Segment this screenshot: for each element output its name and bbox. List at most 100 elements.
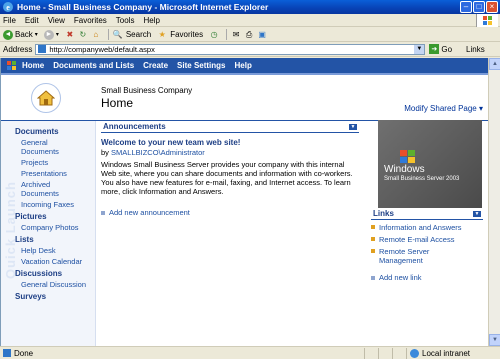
nav-site-settings[interactable]: Site Settings — [177, 61, 225, 70]
status-left: Done — [0, 349, 364, 358]
ql-heading-surveys[interactable]: Surveys — [15, 292, 86, 301]
menu-help[interactable]: Help — [143, 16, 159, 25]
refresh-icon[interactable]: ↻ — [78, 30, 88, 40]
scroll-up-button[interactable]: ▲ — [489, 58, 500, 70]
menu-edit[interactable]: Edit — [25, 16, 39, 25]
windows-brand-text: Windows — [384, 164, 425, 175]
edit-icon[interactable]: ▣ — [257, 30, 267, 40]
vertical-scrollbar[interactable]: ▲ ▼ — [488, 58, 500, 346]
site-home-icon — [31, 83, 61, 113]
links-title[interactable]: Links — [373, 209, 394, 218]
stop-icon[interactable]: ✖ — [65, 30, 75, 40]
go-button[interactable]: ➜ Go — [429, 44, 452, 54]
menu-file[interactable]: File — [3, 16, 16, 25]
quick-launch: Quick Launch Documents General Documents… — [1, 121, 96, 346]
add-new-announcement-link[interactable]: Add new announcement — [101, 208, 359, 217]
chevron-down-icon[interactable]: ▼ — [414, 44, 425, 54]
link-remote-server-management[interactable]: Remote Server Management — [371, 247, 483, 265]
bullet-icon — [371, 275, 375, 280]
modify-shared-page-link[interactable]: Modify Shared Page ▾ — [404, 104, 483, 113]
bullet-icon — [371, 237, 375, 241]
ql-heading-documents[interactable]: Documents — [15, 127, 86, 136]
announcement-author-link[interactable]: SMALLBIZCO\Administrator — [111, 148, 205, 157]
webpart-menu-icon[interactable]: ▼ — [349, 123, 357, 130]
ql-item-company-photos[interactable]: Company Photos — [21, 223, 86, 232]
nav-home[interactable]: Home — [22, 61, 44, 70]
zone-label: Local intranet — [422, 348, 471, 358]
home-icon[interactable]: ⌂ — [91, 30, 101, 40]
windows-product-text: Small Business Server 2003 — [384, 176, 460, 182]
link-remote-email-access[interactable]: Remote E-mail Access — [371, 235, 483, 244]
search-label: Search — [125, 30, 152, 39]
mail-icon[interactable]: ✉ — [231, 30, 241, 40]
address-input[interactable]: http://companyweb/default.aspx ▼ — [35, 43, 426, 55]
globe-icon — [410, 348, 419, 358]
menu-favorites[interactable]: Favorites — [74, 16, 107, 25]
forward-arrow-icon: ► — [43, 29, 54, 40]
ie-icon: e — [3, 2, 13, 12]
star-icon: ★ — [158, 30, 166, 39]
announcement-title[interactable]: Welcome to your new team web site! — [101, 138, 359, 147]
links-title-bar: Links ▼ — [371, 208, 483, 220]
ql-item-archived-documents[interactable]: Archived Documents — [21, 180, 71, 198]
nav-create[interactable]: Create — [143, 61, 168, 70]
menu-tools[interactable]: Tools — [116, 16, 135, 25]
favorites-button[interactable]: ★ Favorites — [157, 30, 204, 40]
windows-logo-icon — [476, 14, 498, 27]
link-information-and-answers[interactable]: Information and Answers — [371, 223, 483, 232]
close-button[interactable]: × — [486, 1, 498, 13]
ql-heading-pictures[interactable]: Pictures — [15, 212, 86, 221]
nav-help[interactable]: Help — [235, 61, 252, 70]
back-arrow-icon: ◄ — [3, 29, 13, 40]
address-bar: Address http://companyweb/default.aspx ▼… — [0, 42, 500, 57]
announcements-title-bar: Announcements ▼ — [101, 121, 359, 133]
ql-item-help-desk[interactable]: Help Desk — [21, 246, 86, 255]
sharepoint-nav: Home Documents and Lists Create Site Set… — [1, 58, 489, 75]
status-bar: Done Local intranet — [0, 346, 500, 359]
maximize-button[interactable]: □ — [473, 1, 485, 13]
window-controls: – □ × — [460, 1, 498, 13]
forward-button[interactable]: ► ▾ — [43, 29, 59, 40]
ql-item-presentations[interactable]: Presentations — [21, 169, 86, 178]
address-url: http://companyweb/default.aspx — [49, 44, 155, 54]
nav-documents-and-lists[interactable]: Documents and Lists — [53, 61, 134, 70]
back-button[interactable]: ◄ Back ▾ — [3, 29, 38, 40]
go-label: Go — [441, 44, 453, 54]
menu-view[interactable]: View — [48, 16, 65, 25]
print-icon[interactable]: ⎙ — [244, 30, 254, 40]
security-zone: Local intranet — [406, 347, 500, 359]
page-done-icon — [3, 349, 11, 357]
menu-bar: File Edit View Favorites Tools Help — [0, 14, 500, 27]
links-webpart: Links ▼ Information and Answers Remote E… — [371, 208, 483, 282]
link-label: Remote E-mail Access — [379, 235, 455, 244]
windows-flag-icon — [7, 61, 16, 70]
ql-item-vacation-calendar[interactable]: Vacation Calendar — [21, 257, 86, 266]
add-new-link[interactable]: Add new link — [371, 273, 483, 282]
scroll-down-button[interactable]: ▼ — [489, 334, 500, 346]
site-name: Small Business Company — [101, 86, 193, 95]
browser-viewport: Home Documents and Lists Create Site Set… — [0, 58, 489, 346]
windows-flag-icon — [400, 150, 415, 163]
page-title: Home — [101, 96, 134, 110]
toolbar-separator — [226, 29, 228, 40]
announcements-webpart: Announcements ▼ Welcome to your new team… — [101, 121, 359, 217]
chevron-down-icon[interactable]: ▾ — [56, 31, 59, 38]
ql-heading-discussions[interactable]: Discussions — [15, 269, 86, 278]
minimize-button[interactable]: – — [460, 1, 472, 13]
bullet-icon — [371, 225, 375, 229]
links-button[interactable]: Links — [466, 45, 485, 54]
webpart-menu-icon[interactable]: ▼ — [473, 210, 481, 217]
ql-heading-lists[interactable]: Lists — [15, 235, 86, 244]
ql-item-general-documents[interactable]: General Documents — [21, 138, 81, 156]
history-icon[interactable]: ◷ — [209, 30, 219, 40]
ql-item-general-discussion[interactable]: General Discussion — [21, 280, 86, 289]
ql-item-incoming-faxes[interactable]: Incoming Faxes — [21, 200, 86, 209]
ql-item-projects[interactable]: Projects — [21, 158, 86, 167]
go-arrow-icon: ➜ — [429, 44, 440, 54]
link-label: Remote Server Management — [379, 247, 430, 265]
bullet-icon — [101, 210, 105, 215]
chevron-down-icon[interactable]: ▾ — [35, 31, 38, 38]
status-cell — [392, 347, 406, 359]
search-button[interactable]: 🔍 Search — [113, 30, 151, 40]
announcements-title[interactable]: Announcements — [103, 122, 166, 131]
